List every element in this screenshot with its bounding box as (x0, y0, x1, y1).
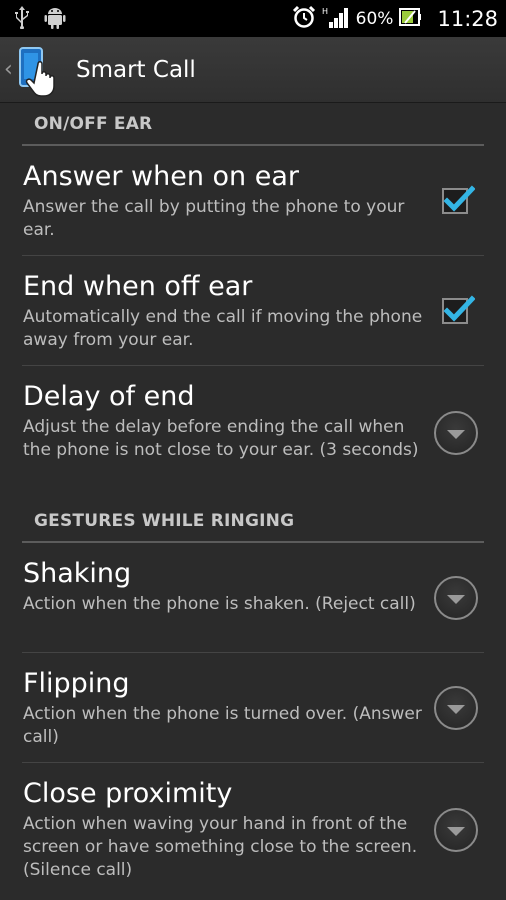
app-phone-hand-icon[interactable] (16, 42, 68, 98)
pref-title: End when off ear (23, 271, 253, 302)
pref-summary: Answer the call by putting the phone to … (23, 197, 405, 240)
category-header-gestures-while-ringing: GESTURES WHILE RINGING (22, 500, 484, 543)
chevron-down-icon (447, 704, 465, 714)
pref-title: Shaking (23, 558, 132, 589)
status-clock: 11:28 (437, 6, 498, 31)
close-proximity-dropdown-button[interactable] (434, 808, 478, 852)
alarm-clock-icon (292, 5, 316, 33)
flipping-dropdown-button[interactable] (434, 685, 478, 730)
pref-summary: Action when waving your hand in front of… (23, 814, 418, 880)
pref-end-when-off-ear[interactable]: End when off ear Automatically end the c… (22, 256, 484, 366)
category-header-on-off-ear: ON/OFF EAR (22, 103, 484, 146)
pref-shaking[interactable]: Shaking Action when the phone is shaken.… (22, 543, 484, 653)
pref-title: Answer when on ear (23, 161, 299, 192)
preferences-list: ON/OFF EAR Answer when on ear Answer the… (0, 103, 506, 897)
signal-icon: H (322, 5, 350, 33)
pref-answer-when-on-ear[interactable]: Answer when on ear Answer the call by pu… (22, 146, 484, 256)
pref-title: Flipping (23, 668, 130, 699)
chevron-down-icon (447, 430, 465, 439)
checkmark-icon (443, 294, 475, 322)
pref-title: Close proximity (23, 778, 233, 809)
pref-summary: Adjust the delay before ending the call … (23, 417, 419, 460)
pref-close-proximity[interactable]: Close proximity Action when waving your … (22, 763, 484, 897)
shaking-dropdown-button[interactable] (434, 575, 478, 620)
pref-summary: Action when the phone is turned over. (A… (23, 704, 422, 747)
checkmark-icon (443, 184, 475, 212)
pref-title: Delay of end (23, 381, 195, 412)
battery-percent: 60% (355, 8, 394, 29)
end-off-ear-checkbox[interactable] (442, 294, 475, 324)
battery-icon (399, 7, 422, 31)
delay-of-end-dropdown-button[interactable] (434, 411, 478, 455)
pref-flipping[interactable]: Flipping Action when the phone is turned… (22, 653, 484, 763)
status-bar: H 60% 11:28 (0, 0, 506, 37)
svg-text:H: H (322, 7, 328, 16)
usb-icon (14, 5, 30, 33)
pref-summary: Action when the phone is shaken. (Reject… (23, 594, 416, 614)
action-bar: ‹ Smart Call (0, 37, 506, 103)
chevron-down-icon (447, 594, 465, 604)
android-debug-icon (44, 5, 66, 33)
pref-delay-of-end[interactable]: Delay of end Adjust the delay before end… (22, 366, 484, 500)
answer-on-ear-checkbox[interactable] (442, 184, 475, 214)
action-bar-title: Smart Call (76, 56, 196, 83)
chevron-down-icon (447, 827, 465, 836)
back-chevron-icon[interactable]: ‹ (4, 58, 16, 81)
pref-summary: Automatically end the call if moving the… (23, 307, 423, 350)
